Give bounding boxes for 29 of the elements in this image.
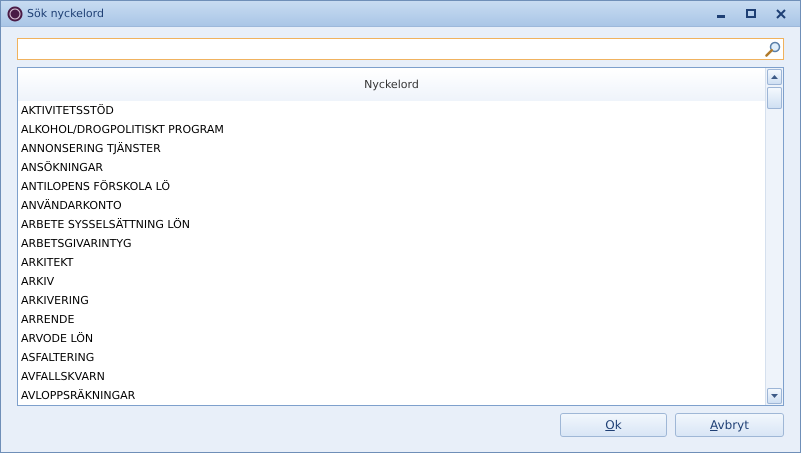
window-title: Sök nyckelord — [27, 7, 105, 20]
list-item[interactable]: ARKIV — [18, 272, 765, 291]
list-item[interactable]: ANNONSERING TJÄNSTER — [18, 139, 765, 158]
list-item[interactable]: ARBETSGIVARINTYG — [18, 234, 765, 253]
list-item[interactable]: ANVÄNDARKONTO — [18, 196, 765, 215]
list-item[interactable]: ARRENDE — [18, 310, 765, 329]
list-item[interactable]: ANTILOPENS FÖRSKOLA LÖ — [18, 177, 765, 196]
search-icon[interactable] — [765, 41, 781, 57]
list-item[interactable]: AVFALLSKVARN — [18, 367, 765, 386]
search-field[interactable] — [17, 38, 784, 60]
ok-button[interactable]: Ok — [560, 413, 667, 437]
cancel-button[interactable]: Avbryt — [675, 413, 784, 437]
minimize-icon — [717, 15, 725, 18]
close-icon — [776, 8, 786, 18]
scroll-down-arrow-icon — [771, 394, 778, 398]
list-item[interactable]: ARVODE LÖN — [18, 329, 765, 348]
scrollbar-thumb[interactable] — [767, 87, 782, 109]
list-item[interactable]: ARKITEKT — [18, 253, 765, 272]
list-item[interactable]: ASFALTERING — [18, 348, 765, 367]
list-item[interactable]: ANSÖKNINGAR — [18, 158, 765, 177]
maximize-icon — [746, 8, 756, 18]
list-item[interactable]: ARBETE SYSSELSÄTTNING LÖN — [18, 215, 765, 234]
scrollbar[interactable] — [765, 68, 783, 405]
app-logo-icon — [7, 6, 23, 22]
list-item[interactable]: AKTIVITETSSTÖD — [18, 101, 765, 120]
list-item[interactable]: AVLOPPSRÄKNINGAR — [18, 386, 765, 405]
scroll-up-arrow-icon — [771, 75, 778, 79]
list-item[interactable]: ARKIVERING — [18, 291, 765, 310]
list-item[interactable]: ALKOHOL/DROGPOLITISKT PROGRAM — [18, 120, 765, 139]
